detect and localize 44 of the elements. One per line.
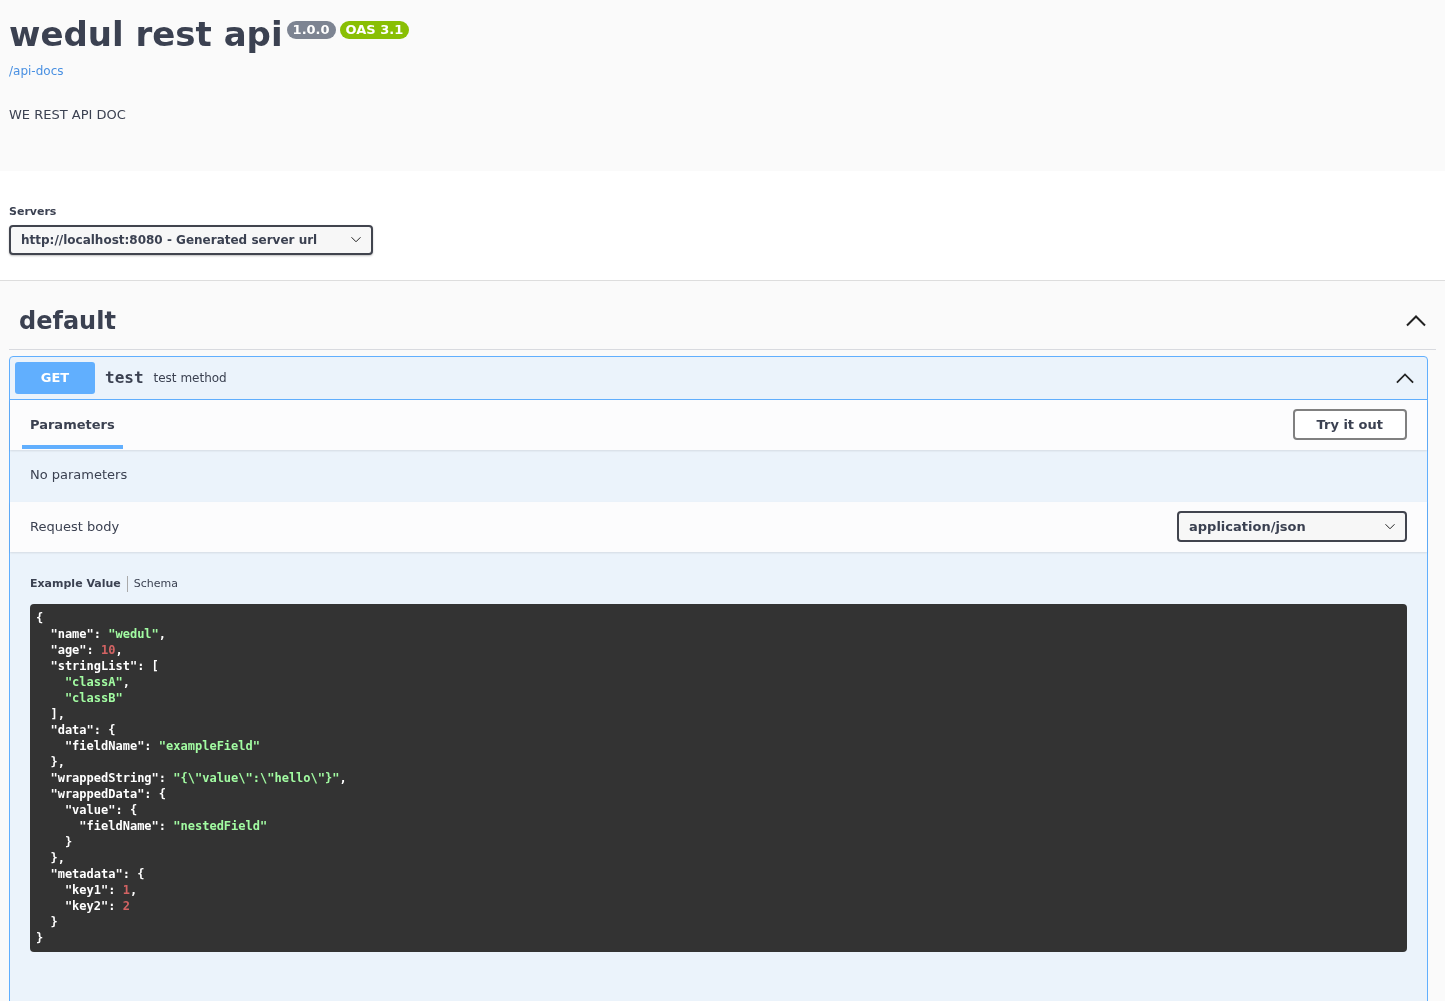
operation-summary-text: test method [153,369,227,387]
request-body-label: Request body [30,517,120,536]
code-line: "key1": 1, [63,882,138,898]
code-line: "fieldName": "nestedField" [78,818,268,834]
content-type-select[interactable]: application/json [1177,510,1407,543]
code-line: "classA", [63,674,130,690]
operation-path: test [105,366,144,389]
version-badge: 1.0.0 [286,21,336,40]
example-tab[interactable]: Example Value [30,575,128,592]
code-line: "metadata": { [49,866,145,882]
code-line: "wrappedData": { [49,786,167,802]
api-description: WE REST API DOC [9,106,126,122]
oas-badge: OAS 3.1 [339,21,410,40]
example-tab[interactable]: Schema [127,575,185,592]
code-line: "name": "wedul", [49,626,167,642]
code-line: } [63,834,73,850]
code-line: "data": { [49,722,116,738]
code-line: }, [49,850,65,866]
code-line: "stringList": [ [49,658,159,674]
code-line: "fieldName": "exampleField" [63,738,260,754]
servers-label: Servers [9,205,57,218]
code-line: "wrappedString": "{\"value\":\"hello\"}", [49,770,347,786]
code-line: } [49,914,58,930]
code-line: } [36,930,44,946]
code-line: { [36,610,44,626]
code-line: "value": { [63,802,138,818]
code-line: "classB" [63,690,123,706]
parameters-tab[interactable]: Parameters [22,400,123,449]
chevron-down-icon [1385,523,1395,530]
no-parameters-text: No parameters [30,466,128,482]
server-select[interactable]: http://localhost:8080 - Generated server url [9,224,373,255]
tag-header[interactable]: default [9,303,1436,350]
code-line: "key2": 2 [63,898,130,914]
chevron-up-icon [1396,373,1414,384]
api-title: wedul rest api [9,16,283,54]
chevron-up-icon [1406,315,1426,327]
tag-name: default [19,306,116,337]
chevron-down-icon [351,236,361,243]
code-line: ], [49,706,65,722]
code-line: }, [49,754,65,770]
code-line: "age": 10, [49,642,123,658]
try-it-out-button[interactable]: Try it out [1292,408,1407,441]
operation-summary[interactable]: GET test test method [10,357,1427,400]
method-badge: GET [15,362,95,394]
